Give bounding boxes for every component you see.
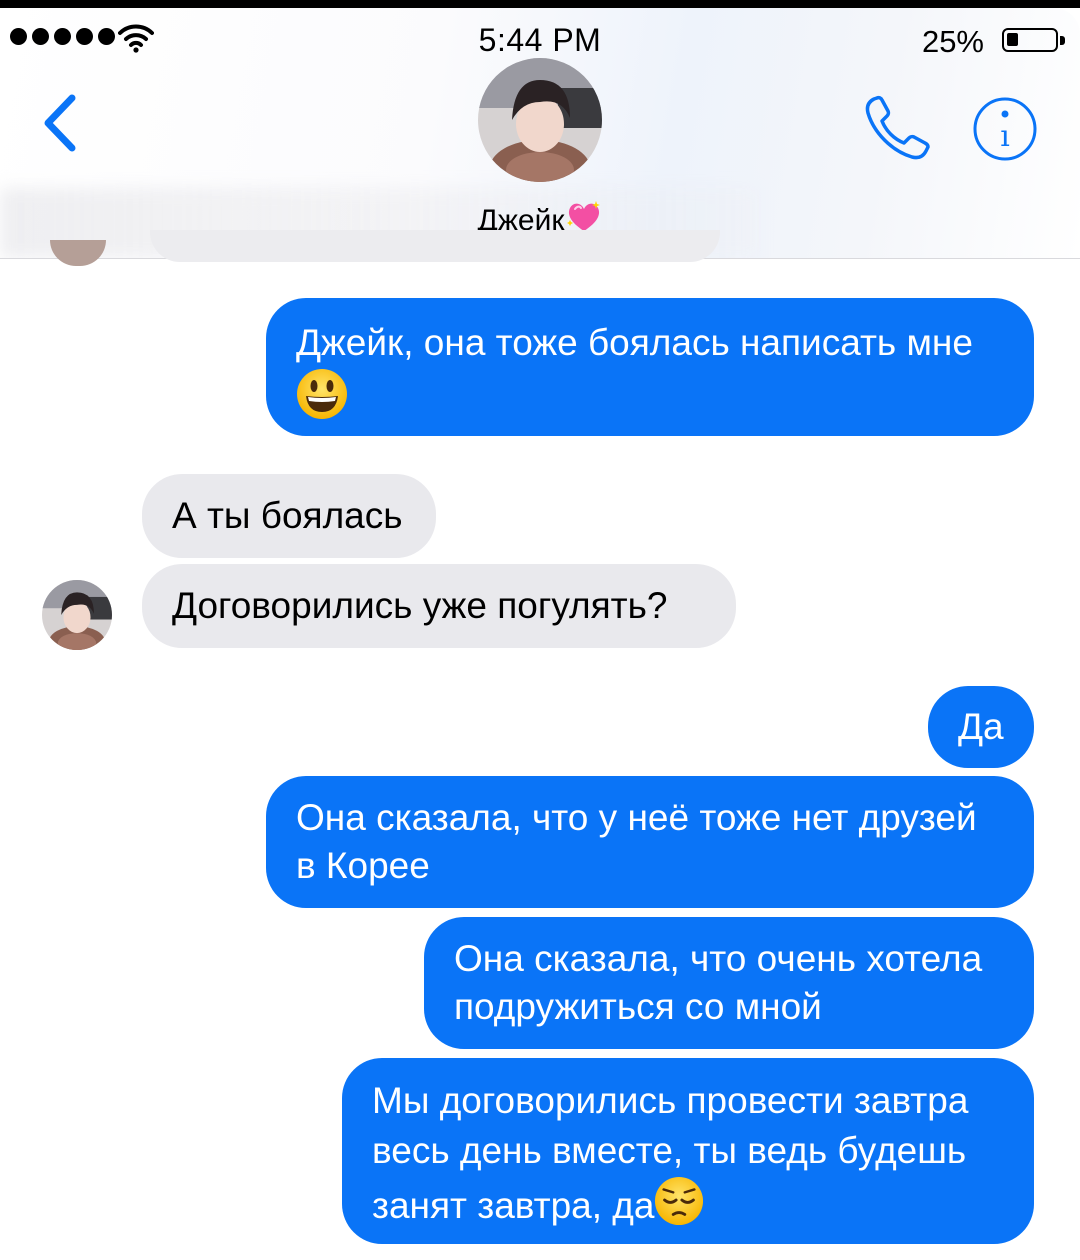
outgoing-message[interactable]: Да bbox=[928, 686, 1034, 768]
message-text: занят завтра, да bbox=[372, 1185, 655, 1226]
message-text: Она сказала, что очень хотела bbox=[454, 938, 983, 979]
incoming-message[interactable]: Договорились уже погулять? bbox=[142, 564, 736, 648]
phone-icon bbox=[865, 95, 930, 160]
conversation-header: 5:44 PM 25% Джейк ı bbox=[0, 8, 1080, 259]
back-button[interactable] bbox=[34, 88, 94, 158]
info-button[interactable]: ı bbox=[972, 96, 1038, 162]
message-text: Да bbox=[958, 706, 1004, 747]
sparkling-heart-icon bbox=[567, 201, 601, 231]
message-text: А ты боялась bbox=[172, 495, 403, 536]
outgoing-message[interactable]: Она сказала, что у неё тоже нет друзей в… bbox=[266, 776, 1034, 908]
battery-icon bbox=[1002, 28, 1065, 52]
chevron-left-icon bbox=[44, 94, 76, 152]
contact-avatar-small[interactable] bbox=[42, 580, 112, 650]
pensive-face-icon bbox=[655, 1176, 704, 1226]
screen-frame bbox=[0, 0, 1080, 8]
contact-avatar[interactable] bbox=[478, 58, 602, 182]
outgoing-message[interactable]: Мы договорились провести завтра весь ден… bbox=[342, 1058, 1034, 1244]
message-text: Она сказала, что у неё тоже нет друзей bbox=[296, 797, 977, 838]
message-text: Договорились уже погулять? bbox=[172, 585, 668, 626]
message-text: весь день вместе, ты ведь будешь bbox=[372, 1130, 967, 1171]
outgoing-message[interactable]: Джейк, она тоже боялась написать мне bbox=[266, 298, 1034, 436]
incoming-message[interactable]: А ты боялась bbox=[142, 474, 436, 558]
grinning-face-icon bbox=[297, 369, 347, 419]
call-button[interactable] bbox=[860, 93, 932, 165]
message-text: Мы договорились провести завтра bbox=[372, 1080, 969, 1121]
hidden-avatar bbox=[50, 240, 106, 266]
battery-percent: 25% bbox=[921, 24, 984, 59]
hidden-message-bubble bbox=[150, 230, 720, 262]
message-text: Джейк, она тоже боялась написать мне bbox=[296, 322, 973, 363]
message-text: подружиться со мной bbox=[454, 986, 822, 1027]
outgoing-message[interactable]: Она сказала, что очень хотела подружитьс… bbox=[424, 917, 1034, 1049]
message-text: в Корее bbox=[296, 845, 430, 886]
svg-text:ı: ı bbox=[1000, 119, 1010, 154]
status-time: 5:44 PM bbox=[478, 22, 602, 58]
info-icon: ı bbox=[973, 97, 1037, 161]
status-bar: 5:44 PM 25% bbox=[0, 20, 1080, 60]
